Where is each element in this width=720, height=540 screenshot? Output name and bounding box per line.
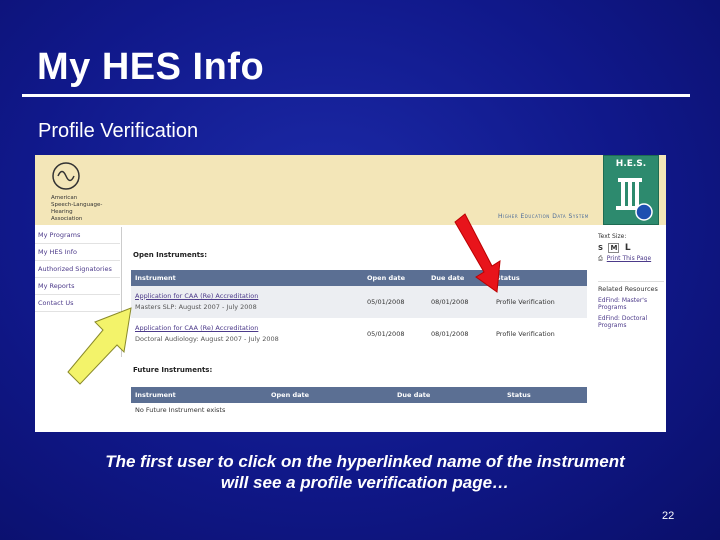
title-divider [22, 94, 690, 97]
slide-number: 22 [662, 510, 675, 522]
future-instruments-heading: Future Instruments: [133, 366, 213, 374]
table-row: Application for CAA (Re) Accreditation M… [131, 286, 587, 319]
table-row: Application for CAA (Re) Accreditation D… [131, 318, 587, 350]
column-header: Instrument [131, 270, 363, 286]
column-header: Due date [427, 270, 492, 286]
open-date-cell: 05/01/2008 [363, 286, 427, 319]
text-size-controls: S M L [598, 243, 664, 253]
open-instruments-heading: Open Instruments: [133, 251, 208, 259]
related-link-masters[interactable]: EdFind: Master's Programs [598, 297, 664, 311]
asha-logo-icon [52, 162, 80, 190]
future-instruments-table: Instrument Open date Due date Status No … [131, 387, 587, 416]
related-link-doctoral[interactable]: EdFind: Doctoral Programs [598, 315, 664, 329]
due-date-cell: 08/01/2008 [427, 318, 492, 350]
instrument-cell: Application for CAA (Re) Accreditation D… [131, 318, 363, 350]
instrument-program: Doctoral Audiology: August 2007 - July 2… [135, 335, 279, 344]
text-size-large-button[interactable]: L [625, 243, 631, 253]
sidebar-nav: My Programs My HES Info Authorized Signa… [35, 227, 120, 432]
printer-icon: ⎙ [598, 255, 603, 262]
text-size-medium-button[interactable]: M [608, 243, 620, 253]
caption-line: will see a profile verification page… [220, 473, 510, 492]
org-name-line: Association [51, 216, 83, 222]
sidebar-item-my-hes-info[interactable]: My HES Info [35, 244, 120, 261]
website-screenshot: American Speech-Language- Hearing Associ… [35, 155, 666, 432]
open-date-cell: 05/01/2008 [363, 318, 427, 350]
column-header: Instrument [131, 387, 267, 403]
slide-caption: The first user to click on the hyperlink… [40, 451, 690, 493]
sidebar-item-my-reports[interactable]: My Reports [35, 278, 120, 295]
site-tagline: Higher Education Data System [498, 213, 589, 220]
hes-logo-label: H.E.S. [615, 159, 647, 169]
table-row: No Future Instrument exists [131, 403, 587, 416]
caption-line: The first user to click on the hyperlink… [105, 452, 625, 471]
hes-logo: H.E.S. [603, 155, 659, 225]
slide-title: My HES Info [37, 46, 265, 88]
slide-subtitle: Profile Verification [38, 120, 199, 142]
column-header: Status [503, 387, 587, 403]
due-date-cell: 08/01/2008 [427, 286, 492, 319]
right-panel: Text Size: S M L ⎙ Print This Page Relat… [598, 233, 664, 329]
related-resources-heading: Related Resources [598, 281, 664, 293]
sidebar-divider [121, 227, 122, 357]
org-name-line: American [51, 195, 78, 201]
org-name-line: Speech-Language- [51, 202, 103, 208]
instrument-link[interactable]: Application for CAA (Re) Accreditation [135, 323, 359, 334]
column-header: Due date [393, 387, 503, 403]
print-page-link[interactable]: Print This Page [607, 255, 651, 262]
instrument-cell: Application for CAA (Re) Accreditation M… [131, 286, 363, 319]
instrument-program: Masters SLP: August 2007 - July 2008 [135, 302, 257, 311]
status-cell: Profile Verification [492, 318, 587, 350]
status-cell: Profile Verification [492, 286, 587, 319]
open-instruments-table: Instrument Open date Due date Status App… [131, 270, 587, 350]
site-header: American Speech-Language- Hearing Associ… [35, 155, 666, 225]
column-header: Status [492, 270, 587, 286]
sidebar-item-authorized-signatories[interactable]: Authorized Signatories [35, 261, 120, 278]
instrument-link[interactable]: Application for CAA (Re) Accreditation [135, 291, 359, 302]
org-name: American Speech-Language- Hearing Associ… [51, 195, 131, 223]
print-row: ⎙ Print This Page [598, 255, 664, 263]
org-name-line: Hearing [51, 209, 73, 215]
column-icon [616, 178, 653, 221]
column-header: Open date [267, 387, 393, 403]
empty-message: No Future Instrument exists [135, 405, 226, 414]
text-size-label: Text Size: [598, 233, 627, 240]
text-size-small-button[interactable]: S [598, 244, 603, 252]
sidebar-item-my-programs[interactable]: My Programs [35, 227, 120, 244]
column-header: Open date [363, 270, 427, 286]
sidebar-item-contact-us[interactable]: Contact Us [35, 295, 120, 312]
